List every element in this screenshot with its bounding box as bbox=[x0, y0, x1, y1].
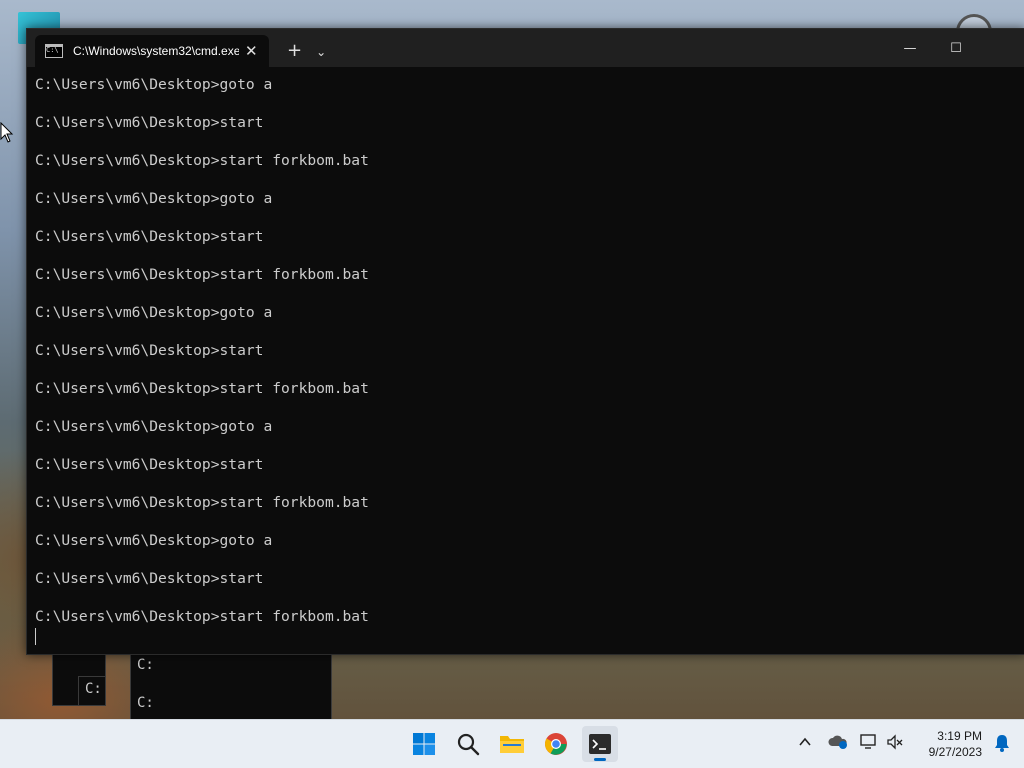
console-line: C:\Users\vm6\Desktop>start forkbom.bat bbox=[35, 608, 369, 625]
search-icon bbox=[457, 733, 480, 756]
close-tab-icon[interactable]: ✕ bbox=[245, 42, 258, 60]
console-line: C:\Users\vm6\Desktop>start bbox=[35, 342, 264, 359]
console-line: C:\Users\vm6\Desktop>goto a bbox=[35, 304, 273, 321]
console-line: C:\Users\vm6\Desktop>start forkbom.bat bbox=[35, 266, 369, 283]
console-line: C:\Users\vm6\Desktop>start bbox=[35, 228, 264, 245]
terminal-taskbar-button[interactable] bbox=[582, 726, 618, 762]
console-cursor-line[interactable] bbox=[35, 626, 1017, 645]
console-line: C:\Users\vm6\Desktop>start bbox=[35, 456, 264, 473]
bg-window-text: C: bbox=[137, 657, 154, 673]
console-line: C:\Users\vm6\Desktop>goto a bbox=[35, 190, 273, 207]
system-clock[interactable]: 3:19 PM 9/27/2023 bbox=[929, 728, 982, 760]
console-line: C:\Users\vm6\Desktop>goto a bbox=[35, 418, 273, 435]
new-tab-button[interactable]: + bbox=[287, 40, 302, 61]
tab-cmd[interactable]: C:\ C:\Windows\system32\cmd.exe ✕ bbox=[35, 35, 269, 67]
background-cmd-window[interactable]: C: C: bbox=[130, 648, 332, 722]
tab-title: C:\Windows\system32\cmd.exe bbox=[73, 44, 239, 58]
maximize-button[interactable]: ☐ bbox=[933, 29, 979, 67]
folder-icon bbox=[500, 736, 524, 753]
bg-window-text: C: bbox=[85, 681, 102, 697]
terminal-icon bbox=[589, 734, 611, 754]
windows-start-icon bbox=[413, 733, 435, 755]
terminal-window[interactable]: C:\ C:\Windows\system32\cmd.exe ✕ + ⌄ — … bbox=[26, 28, 1024, 655]
title-bar[interactable]: C:\ C:\Windows\system32\cmd.exe ✕ + ⌄ — … bbox=[27, 29, 1024, 67]
console-line: C:\Users\vm6\Desktop>start forkbom.bat bbox=[35, 152, 369, 169]
console-line: C:\Users\vm6\Desktop>goto a bbox=[35, 532, 273, 549]
mouse-cursor-icon bbox=[0, 121, 14, 148]
bg-window-text: C: bbox=[137, 695, 154, 711]
chevron-down-icon[interactable]: ⌄ bbox=[316, 45, 326, 59]
window-controls: — ☐ bbox=[887, 29, 1024, 67]
chevron-up-icon[interactable] bbox=[798, 734, 812, 753]
onedrive-icon[interactable] bbox=[828, 734, 848, 754]
file-explorer-button[interactable] bbox=[494, 726, 530, 762]
cmd-icon: C:\ bbox=[45, 44, 63, 58]
clock-date: 9/27/2023 bbox=[928, 745, 982, 759]
close-window-button[interactable] bbox=[979, 29, 1024, 67]
clock-time: 3:19 PM bbox=[937, 729, 982, 743]
start-button[interactable] bbox=[406, 726, 442, 762]
network-icon[interactable] bbox=[860, 734, 878, 754]
console-line: C:\Users\vm6\Desktop>goto a bbox=[35, 76, 273, 93]
system-tray: 3:19 PM 9/27/2023 bbox=[794, 720, 1024, 768]
volume-muted-icon[interactable] bbox=[886, 734, 904, 754]
console-output[interactable]: C:\Users\vm6\Desktop>goto a C:\Users\vm6\… bbox=[27, 67, 1024, 645]
text-cursor bbox=[35, 627, 36, 645]
minimize-button[interactable]: — bbox=[887, 29, 933, 67]
console-line: C:\Users\vm6\Desktop>start bbox=[35, 570, 264, 587]
active-app-indicator bbox=[594, 758, 606, 761]
taskbar: 3:19 PM 9/27/2023 bbox=[0, 719, 1024, 768]
chrome-button[interactable] bbox=[538, 726, 574, 762]
chrome-icon bbox=[545, 733, 567, 755]
background-cmd-window[interactable]: C: bbox=[78, 676, 106, 706]
search-button[interactable] bbox=[450, 726, 486, 762]
console-line: C:\Users\vm6\Desktop>start bbox=[35, 114, 264, 131]
console-line: C:\Users\vm6\Desktop>start forkbom.bat bbox=[35, 494, 369, 511]
console-line: C:\Users\vm6\Desktop>start forkbom.bat bbox=[35, 380, 369, 397]
notification-bell-icon[interactable] bbox=[994, 734, 1010, 756]
